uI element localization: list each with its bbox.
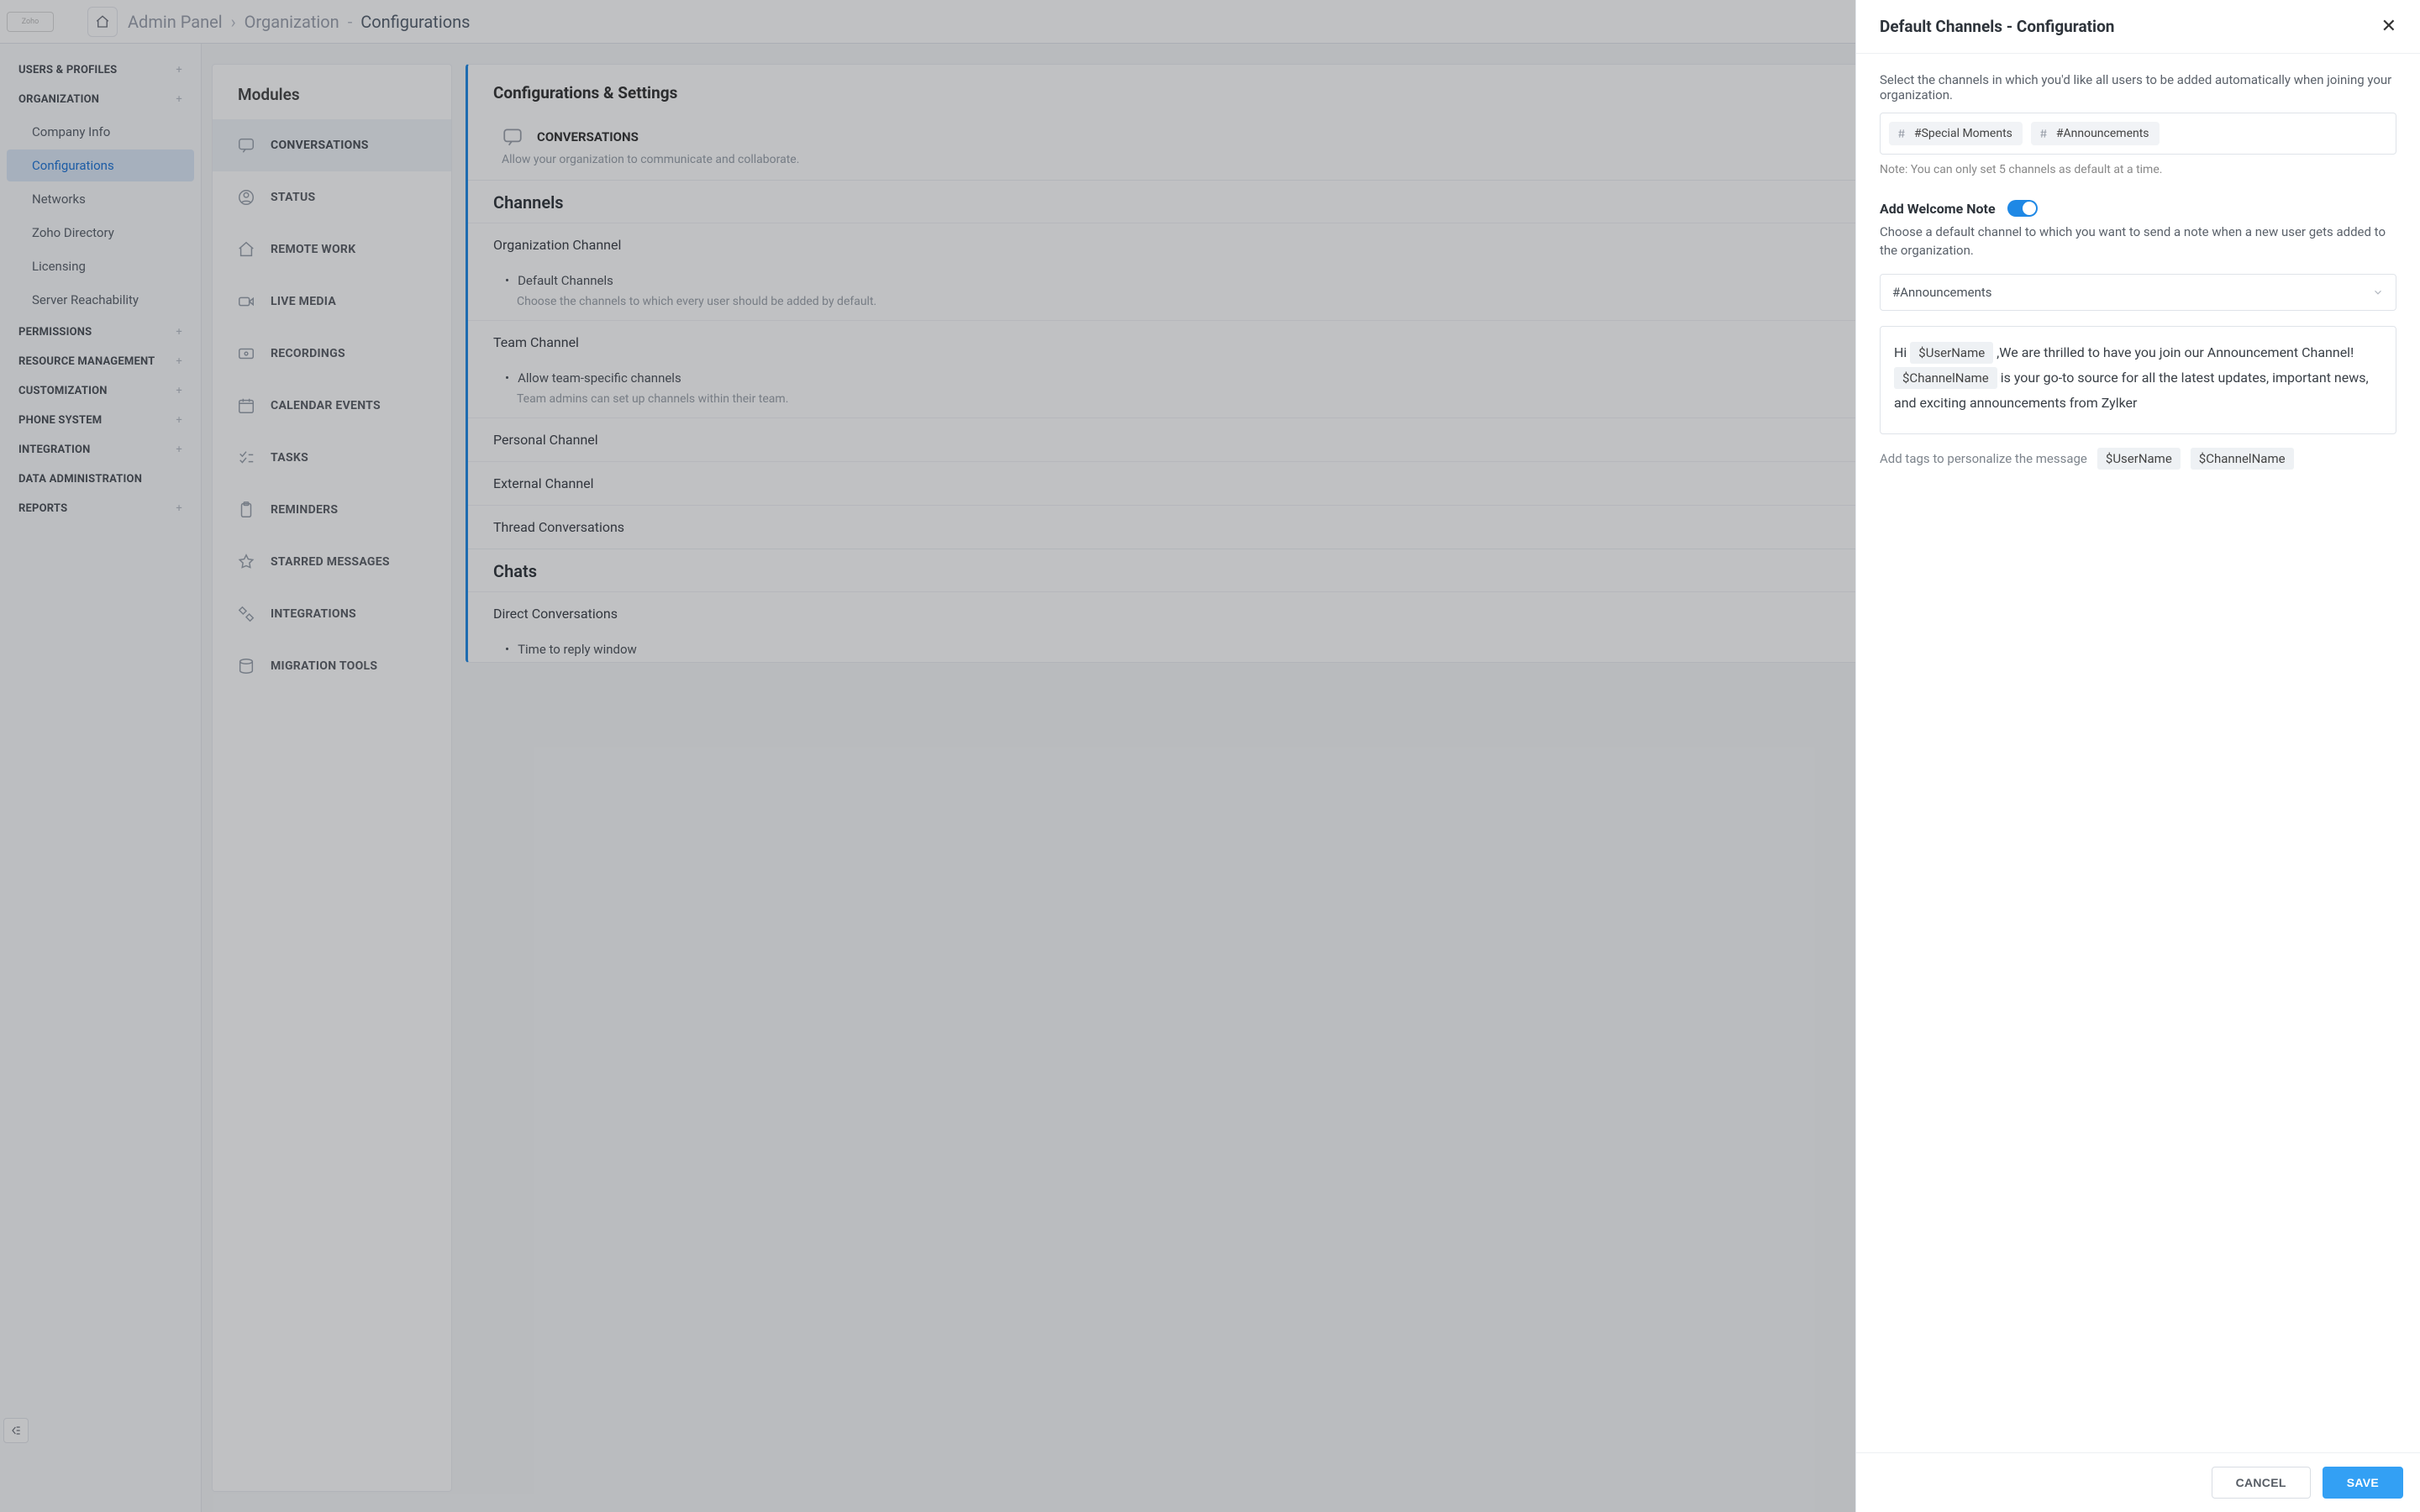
hash-icon <box>1896 128 1907 139</box>
token-channelname[interactable]: $ChannelName <box>1894 367 1997 389</box>
chip-special-moments[interactable]: #Special Moments <box>1889 122 2023 145</box>
panel-body: Select the channels in which you'd like … <box>1856 54 2420 1452</box>
chevron-down-icon <box>2372 286 2384 298</box>
welcome-note-label: Add Welcome Note <box>1880 201 1996 217</box>
chip-label: #Special Moments <box>1914 127 2012 140</box>
chip-announcements[interactable]: #Announcements <box>2031 122 2160 145</box>
personalize-tags-row: Add tags to personalize the message $Use… <box>1880 448 2396 470</box>
token-username[interactable]: $UserName <box>1910 342 1993 364</box>
welcome-note-row: Add Welcome Note <box>1880 200 2396 217</box>
chip-label: #Announcements <box>2056 127 2149 140</box>
panel-limit-note: Note: You can only set 5 channels as def… <box>1880 163 2396 176</box>
panel-intro: Select the channels in which you'd like … <box>1880 72 2396 102</box>
cancel-button[interactable]: CANCEL <box>2212 1467 2311 1499</box>
side-panel: Default Channels - Configuration ✕ Selec… <box>1855 0 2420 1512</box>
tag-channelname[interactable]: $ChannelName <box>2191 448 2294 470</box>
select-value: #Announcements <box>1892 285 1992 300</box>
hash-icon <box>2038 128 2049 139</box>
channel-chip-input[interactable]: #Special Moments #Announcements <box>1880 113 2396 155</box>
close-icon[interactable]: ✕ <box>2381 18 2396 36</box>
panel-footer: CANCEL SAVE <box>1856 1452 2420 1512</box>
save-button[interactable]: SAVE <box>2323 1467 2403 1499</box>
welcome-note-sub: Choose a default channel to which you wa… <box>1880 223 2396 260</box>
welcome-channel-select[interactable]: #Announcements <box>1880 274 2396 311</box>
check-icon <box>2024 203 2033 213</box>
editor-text: ,We are thrilled to have you join our An… <box>1996 344 2354 360</box>
welcome-note-editor[interactable]: Hi $UserName ,We are thrilled to have yo… <box>1880 326 2396 434</box>
welcome-note-toggle[interactable] <box>2007 200 2038 217</box>
panel-header: Default Channels - Configuration ✕ <box>1856 0 2420 54</box>
tags-label: Add tags to personalize the message <box>1880 451 2087 466</box>
editor-text: Hi <box>1894 344 1910 360</box>
panel-title: Default Channels - Configuration <box>1880 17 2114 36</box>
tag-username[interactable]: $UserName <box>2097 448 2181 470</box>
